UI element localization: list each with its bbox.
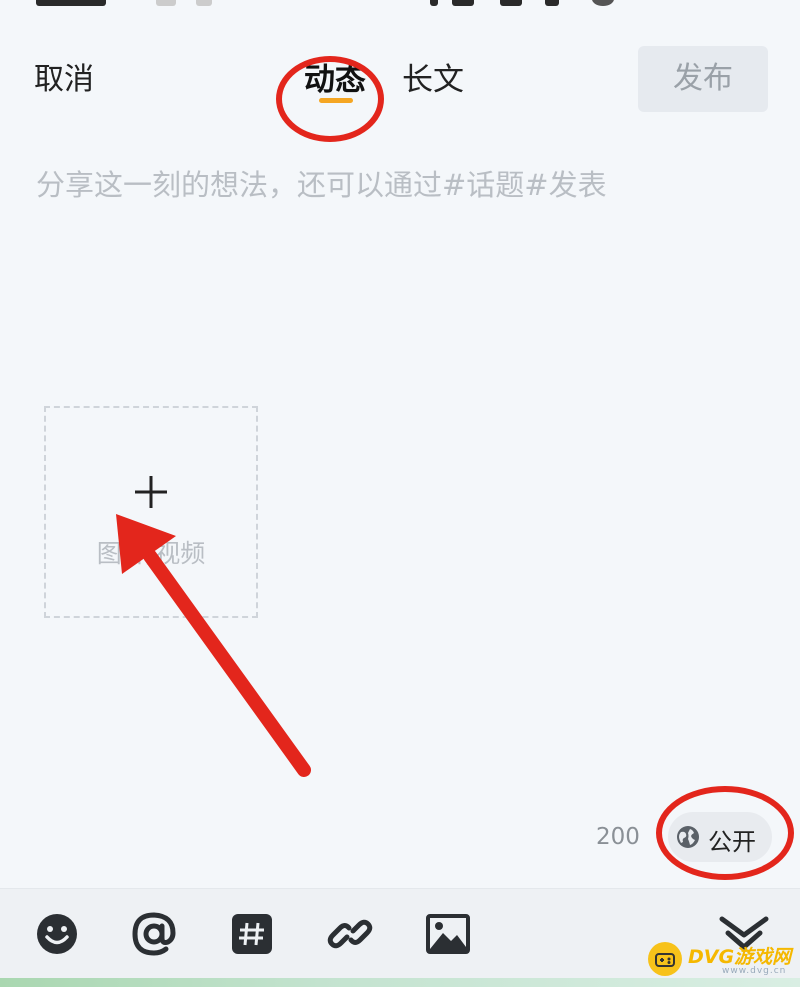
visibility-button[interactable]: 公开 [668,812,772,862]
topic-hash-icon[interactable] [229,911,275,957]
image-icon[interactable] [425,911,471,957]
composer-header: 取消 动态 长文 发布 [0,30,800,142]
status-bar-icon [500,0,522,6]
globe-icon [677,826,699,848]
at-icon[interactable] [131,911,177,957]
status-bar-time [36,0,106,6]
status-bar-icon [430,0,438,6]
cancel-button[interactable]: 取消 [34,54,94,98]
status-bar-icon [545,0,559,6]
publish-button[interactable]: 发布 [638,46,768,112]
char-count: 200 [596,824,640,850]
status-bar [0,0,800,10]
tab-long-article[interactable]: 长文 [402,54,464,99]
status-bar-icon [156,0,176,6]
status-bar-icon [452,0,474,6]
add-media-label: 图片/视频 [96,539,206,568]
tab-long-article-label: 长文 [402,62,464,98]
watermark-logo [648,942,682,976]
watermark-url: www.dvg.cn [722,966,787,976]
add-media-button[interactable]: 图片/视频 [44,406,258,618]
post-composer-screen: 取消 动态 长文 发布 图片/视频 200 公开 [0,0,800,987]
tab-dynamic-label: 动态 [304,62,366,98]
emoji-icon[interactable] [34,911,80,957]
visibility-label: 公开 [708,828,756,856]
plus-icon [135,476,167,508]
watermark-text: DVG游戏网 [688,946,792,968]
site-watermark: DVG游戏网 www.dvg.cn [644,938,796,982]
tab-dynamic[interactable]: 动态 [304,54,366,103]
post-text-input[interactable] [34,160,768,224]
gamepad-icon [655,953,675,967]
link-icon[interactable] [327,911,373,957]
status-bar-icon [196,0,212,6]
active-tab-indicator [319,98,353,103]
status-bar-icon [592,0,614,6]
